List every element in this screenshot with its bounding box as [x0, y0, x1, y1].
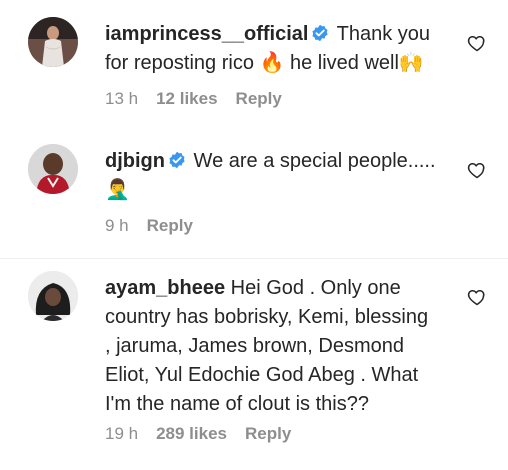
comment-text: ayam_bheee Hei God . Only one country ha…	[105, 274, 455, 419]
divider	[0, 258, 508, 259]
heart-outline-icon[interactable]	[467, 160, 487, 180]
username[interactable]: ayam_bheee	[105, 277, 225, 299]
reply-button[interactable]: Reply	[147, 216, 193, 235]
comment-text-line: Thank you	[336, 23, 431, 45]
timestamp[interactable]: 13 h	[105, 89, 138, 108]
avatar[interactable]	[28, 144, 78, 194]
verified-badge-icon	[311, 24, 329, 42]
comment-meta: 13 h 12 likes Reply	[105, 89, 300, 109]
heart-outline-icon[interactable]	[467, 33, 487, 53]
heart-outline-icon[interactable]	[467, 287, 487, 307]
comment-text: djbign We are a special people..... 🤦‍♂️	[105, 147, 455, 205]
comment-meta: 19 h 289 likes Reply	[105, 424, 309, 444]
likes-count[interactable]: 289 likes	[156, 424, 227, 443]
comment-text-line: country has bobrisky, Kemi, blessing	[105, 306, 429, 328]
comment-text-line: , jaruma, James brown, Desmond	[105, 335, 405, 357]
comment-meta: 9 h Reply	[105, 216, 211, 236]
avatar[interactable]	[28, 17, 78, 67]
timestamp[interactable]: 9 h	[105, 216, 129, 235]
reply-button[interactable]: Reply	[236, 89, 282, 108]
avatar[interactable]	[28, 271, 78, 321]
comment-text-line: 🤦‍♂️	[105, 179, 130, 201]
comment-text-line: for reposting rico 🔥 he lived well🙌	[105, 52, 424, 74]
verified-badge-icon	[168, 151, 186, 169]
comment-text-line: We are a special people.....	[193, 150, 436, 172]
comment-text-line: Eliot, Yul Edochie God Abeg . What	[105, 364, 419, 386]
comment-text-line: I'm the name of clout is this??	[105, 393, 369, 415]
comment-text-line: Hei God . Only one	[230, 277, 401, 299]
likes-count[interactable]: 12 likes	[156, 89, 217, 108]
comment-text: iamprincess__official Thank you for repo…	[105, 20, 455, 78]
timestamp[interactable]: 19 h	[105, 424, 138, 443]
username[interactable]: djbign	[105, 150, 165, 172]
reply-button[interactable]: Reply	[245, 424, 291, 443]
username[interactable]: iamprincess__official	[105, 23, 308, 45]
